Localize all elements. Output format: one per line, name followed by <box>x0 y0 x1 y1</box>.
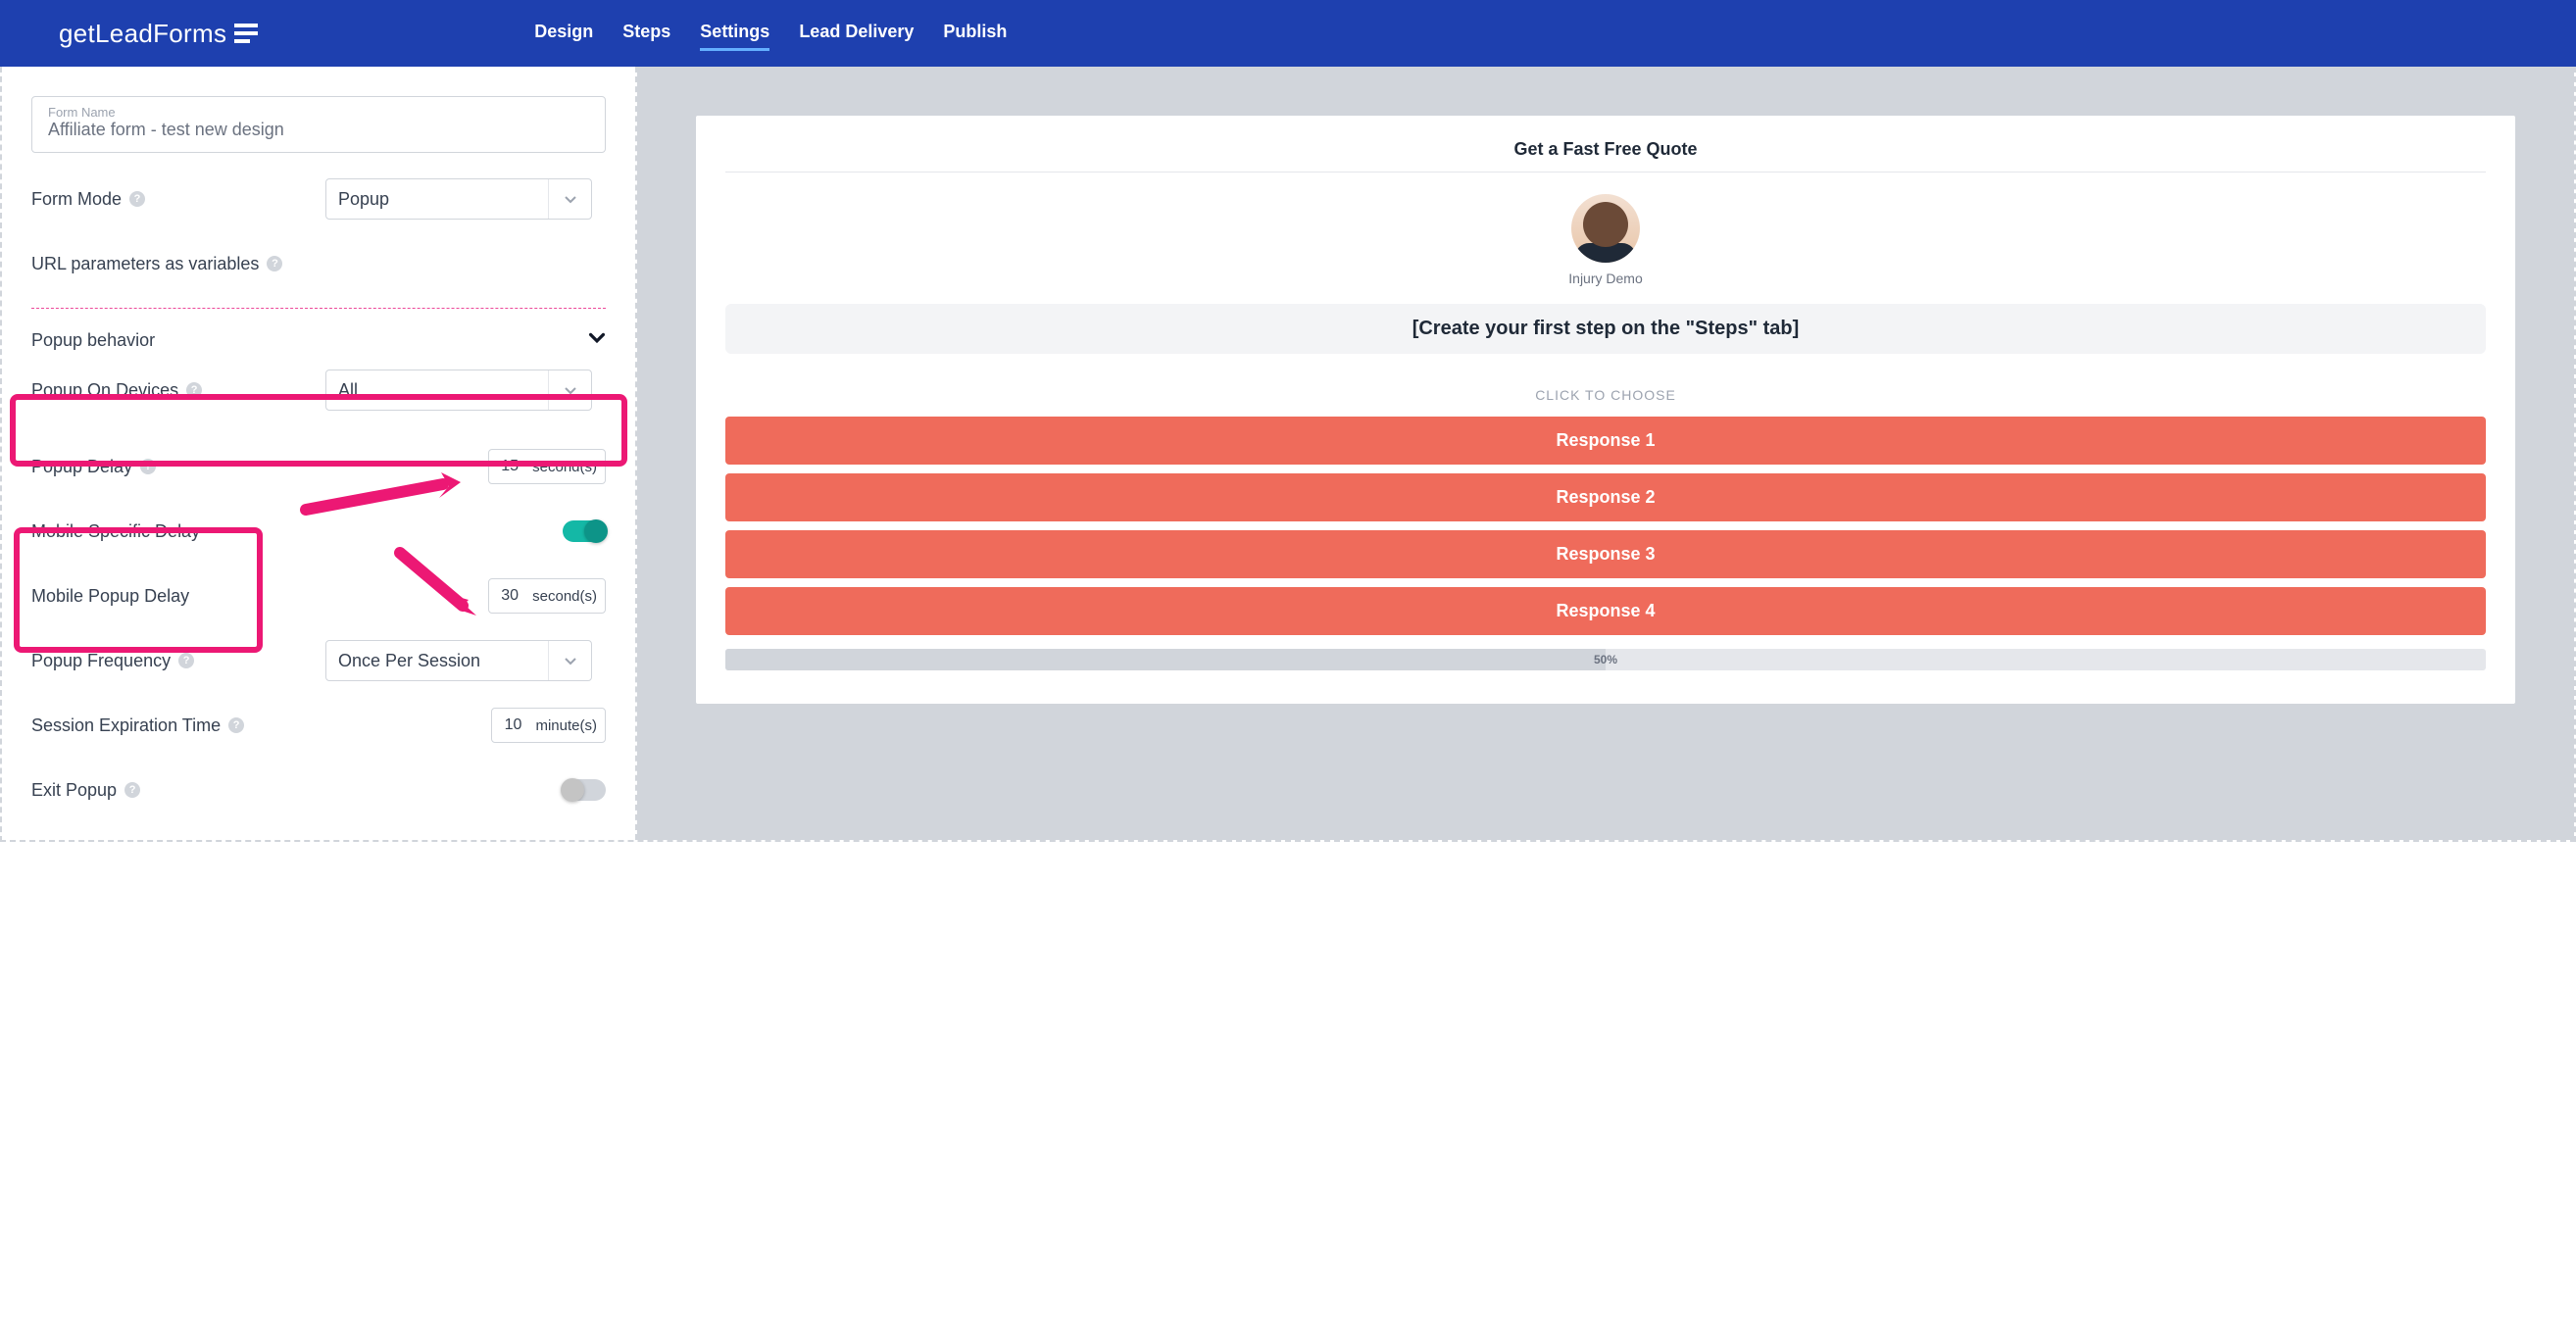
preview-banner: [Create your first step on the "Steps" t… <box>725 304 2486 354</box>
brand-name: getLeadForms <box>59 19 226 49</box>
app-header: getLeadForms Design Steps Settings Lead … <box>0 0 2576 67</box>
chevron-down-icon <box>548 641 591 680</box>
help-icon[interactable]: ? <box>124 782 140 798</box>
help-icon[interactable]: ? <box>228 717 244 733</box>
progress-bar: 50% <box>725 649 2486 670</box>
exit-popup-row: Exit Popup ? <box>31 769 606 811</box>
form-preview: Get a Fast Free Quote Injury Demo [Creat… <box>696 116 2515 704</box>
mobile-specific-delay-row: Mobile Specific Delay <box>31 511 606 552</box>
url-params-row: URL parameters as variables ? <box>31 243 606 284</box>
divider <box>31 308 606 309</box>
nav-lead-delivery[interactable]: Lead Delivery <box>799 16 914 51</box>
popup-frequency-select[interactable]: Once Per Session <box>325 640 592 681</box>
chevron-down-icon <box>588 328 606 352</box>
chevron-down-icon <box>548 370 591 410</box>
form-name-label: Form Name <box>48 105 589 120</box>
exit-popup-toggle[interactable] <box>563 779 606 801</box>
session-expiration-label: Session Expiration Time <box>31 715 221 736</box>
chevron-down-icon <box>548 179 591 219</box>
help-icon[interactable]: ? <box>178 653 194 668</box>
popup-delay-row: Popup Delay ? second(s) <box>31 446 606 487</box>
popup-delay-label: Popup Delay <box>31 457 132 477</box>
help-icon[interactable]: ? <box>129 191 145 207</box>
form-mode-label: Form Mode ? <box>31 189 325 210</box>
response-option[interactable]: Response 3 <box>725 530 2486 578</box>
mobile-popup-delay-label: Mobile Popup Delay <box>31 586 189 607</box>
popup-delay-input[interactable]: second(s) <box>488 449 606 484</box>
avatar <box>1571 194 1640 263</box>
popup-devices-label: Popup On Devices <box>31 380 178 401</box>
nav-publish[interactable]: Publish <box>943 16 1007 51</box>
response-option[interactable]: Response 2 <box>725 473 2486 521</box>
nav-steps[interactable]: Steps <box>622 16 670 51</box>
session-expiration-input[interactable]: minute(s) <box>491 708 606 743</box>
popup-frequency-row: Popup Frequency ? Once Per Session <box>31 640 606 681</box>
mobile-specific-delay-label: Mobile Specific Delay <box>31 521 200 542</box>
response-option[interactable]: Response 4 <box>725 587 2486 635</box>
help-icon[interactable]: ? <box>140 459 156 474</box>
preview-title: Get a Fast Free Quote <box>725 139 2486 173</box>
brand-logo: getLeadForms <box>59 19 260 49</box>
form-name-value: Affiliate form - test new design <box>48 120 589 140</box>
main-nav: Design Steps Settings Lead Delivery Publ… <box>534 16 1007 51</box>
form-mode-select[interactable]: Popup <box>325 178 592 220</box>
form-mode-row: Form Mode ? Popup <box>31 178 606 220</box>
preview-subtitle: Injury Demo <box>725 271 2486 286</box>
editor-canvas: Form Name Affiliate form - test new desi… <box>0 67 2576 842</box>
popup-frequency-label: Popup Frequency <box>31 651 171 671</box>
mobile-popup-delay-input[interactable]: second(s) <box>488 578 606 614</box>
progress-percent: 50% <box>1594 653 1617 666</box>
mobile-specific-delay-toggle[interactable] <box>563 520 606 542</box>
settings-panel: Form Name Affiliate form - test new desi… <box>2 67 637 840</box>
help-icon[interactable]: ? <box>186 382 202 398</box>
form-name-field[interactable]: Form Name Affiliate form - test new desi… <box>31 96 606 153</box>
mobile-popup-delay-row: Mobile Popup Delay second(s) <box>31 575 606 616</box>
nav-design[interactable]: Design <box>534 16 593 51</box>
logo-icon <box>232 22 260 45</box>
preview-panel: Get a Fast Free Quote Injury Demo [Creat… <box>637 67 2574 840</box>
url-params-label: URL parameters as variables <box>31 254 259 274</box>
popup-devices-select[interactable]: All <box>325 370 592 411</box>
nav-settings[interactable]: Settings <box>700 16 769 51</box>
session-expiration-row: Session Expiration Time ? minute(s) <box>31 705 606 746</box>
popup-devices-row: Popup On Devices ? All <box>31 370 606 411</box>
preview-choose-label: CLICK TO CHOOSE <box>725 387 2486 403</box>
response-option[interactable]: Response 1 <box>725 417 2486 465</box>
popup-behavior-header[interactable]: Popup behavior <box>31 328 606 352</box>
help-icon[interactable]: ? <box>267 256 282 271</box>
exit-popup-label: Exit Popup <box>31 780 117 801</box>
